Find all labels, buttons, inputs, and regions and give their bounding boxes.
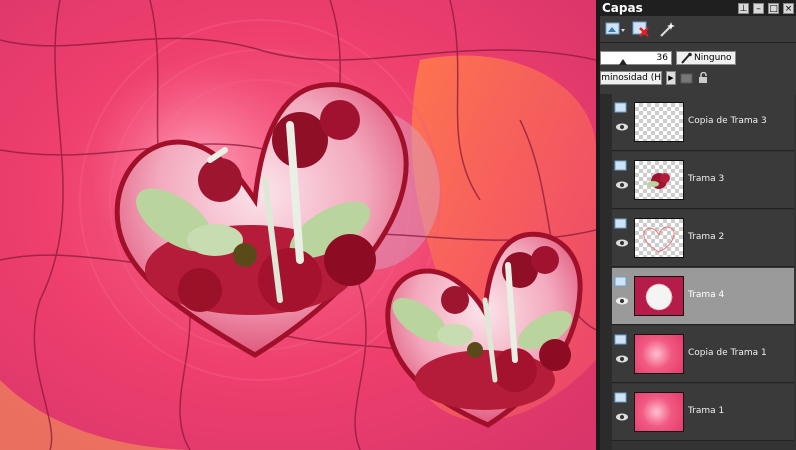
panel-titlebar[interactable]: Capas ⊥ – □ × bbox=[600, 0, 796, 16]
pin-icon[interactable]: ⊥ bbox=[738, 2, 749, 14]
layer-options-icon[interactable] bbox=[680, 72, 694, 84]
layer-name: Copia de Trama 1 bbox=[688, 348, 767, 358]
minimize-icon[interactable]: – bbox=[753, 2, 764, 14]
opacity-slider-knob[interactable] bbox=[619, 59, 627, 65]
layer-row[interactable]: Trama 2 bbox=[612, 210, 794, 267]
layer-name: Trama 4 bbox=[688, 290, 725, 300]
mask-wand-icon bbox=[660, 22, 675, 37]
layer-name: Trama 2 bbox=[688, 232, 725, 242]
eye-icon[interactable] bbox=[615, 296, 629, 306]
layer-row-selected[interactable]: Trama 4 bbox=[612, 268, 794, 325]
layer-thumbnail bbox=[634, 334, 684, 374]
layer-row[interactable]: Copia de Trama 3 bbox=[612, 94, 794, 151]
layer-name: Trama 1 bbox=[688, 406, 725, 416]
mask-button[interactable] bbox=[656, 19, 678, 39]
layer-thumbnail bbox=[634, 160, 684, 200]
layer-name: Trama 3 bbox=[688, 174, 725, 184]
layer-row[interactable]: Trama 1 bbox=[612, 384, 794, 441]
layer-type-icon bbox=[614, 392, 627, 403]
eye-icon[interactable] bbox=[615, 354, 629, 364]
layer-thumbnail bbox=[634, 102, 684, 142]
layer-type-icon bbox=[614, 102, 627, 113]
blend-label: Ninguno bbox=[694, 53, 732, 63]
lock-icon[interactable] bbox=[698, 72, 710, 84]
blend-mode-dropdown[interactable]: Luminosidad (H bbox=[600, 71, 662, 85]
layer-thumbnail bbox=[634, 218, 684, 258]
layers-toolbar bbox=[600, 16, 796, 43]
image-canvas[interactable] bbox=[0, 0, 596, 450]
eye-icon[interactable] bbox=[615, 122, 629, 132]
blend-mode-arrow[interactable]: ▶ bbox=[666, 71, 676, 85]
layer-type-icon bbox=[614, 334, 627, 345]
maximize-icon[interactable]: □ bbox=[768, 2, 779, 14]
layer-type-icon bbox=[614, 276, 627, 287]
new-layer-button[interactable] bbox=[604, 19, 626, 39]
layer-thumbnail bbox=[634, 276, 684, 316]
layers-list: Copia de Trama 3 Trama 3 Trama 2 Trama 4 bbox=[612, 94, 796, 450]
layers-panel: Capas ⊥ – □ × 36 Ninguno Luminosidad (H … bbox=[600, 0, 796, 450]
layer-row[interactable]: Trama 3 bbox=[612, 152, 794, 209]
eye-icon[interactable] bbox=[615, 412, 629, 422]
opacity-slider[interactable]: 36 bbox=[600, 51, 672, 65]
brush-icon bbox=[681, 52, 692, 64]
eye-icon[interactable] bbox=[615, 238, 629, 248]
eye-icon[interactable] bbox=[615, 180, 629, 190]
blend-selector[interactable]: Ninguno bbox=[676, 51, 736, 65]
new-layer-icon bbox=[605, 22, 625, 35]
layer-type-icon bbox=[614, 160, 627, 171]
close-icon[interactable]: × bbox=[783, 2, 794, 14]
layer-type-icon bbox=[614, 218, 627, 229]
layer-row[interactable]: Copia de Trama 1 bbox=[612, 326, 794, 383]
layer-thumbnail bbox=[634, 392, 684, 432]
layer-name: Copia de Trama 3 bbox=[688, 116, 767, 126]
layers-scroll-track[interactable] bbox=[600, 94, 612, 450]
opacity-value: 36 bbox=[656, 53, 668, 63]
delete-layer-button[interactable] bbox=[630, 19, 652, 39]
artwork bbox=[0, 0, 596, 450]
delete-layer-icon bbox=[632, 21, 649, 37]
panel-title: Capas bbox=[602, 1, 643, 15]
